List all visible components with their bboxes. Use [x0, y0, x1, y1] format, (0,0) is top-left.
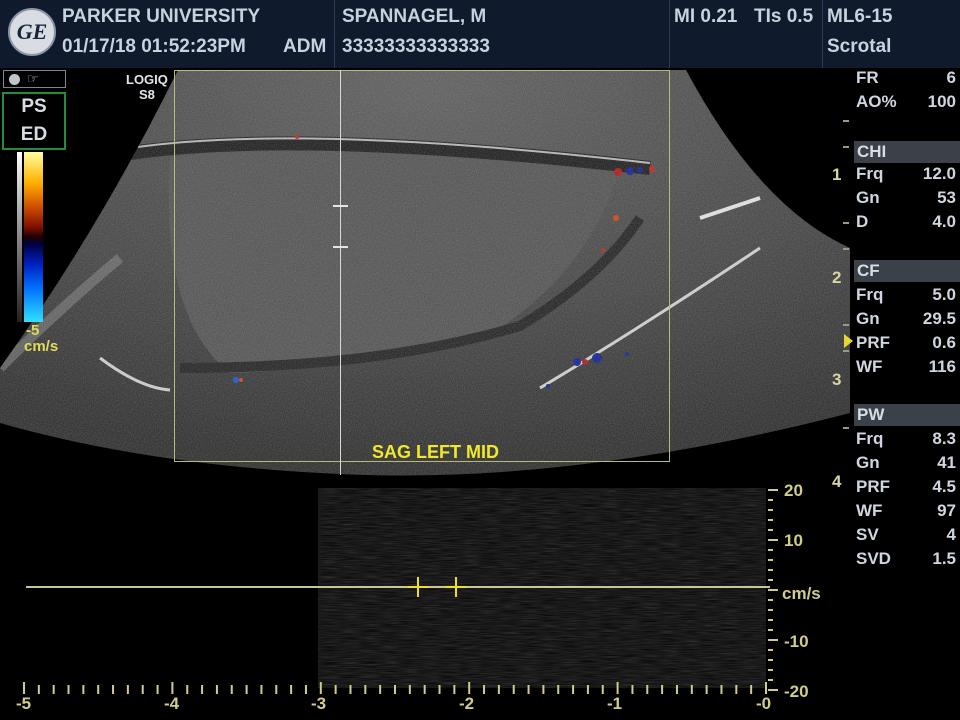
record-icon [9, 74, 20, 85]
cf-frq-value: 5.0 [932, 285, 956, 304]
pw-gn-label: Gn [856, 453, 880, 472]
cf-prf-value: 0.6 [932, 333, 956, 352]
doppler-mode-indicator[interactable]: PS ED [2, 92, 66, 150]
cf-gn-label: Gn [856, 309, 880, 328]
chi-frq-value: 12.0 [922, 164, 956, 183]
exam-preset: Scrotal [827, 36, 892, 57]
spectral-doppler-display[interactable] [0, 488, 790, 720]
pw-wf-value: 97 [937, 501, 956, 520]
color-scale-min: -5 [26, 322, 40, 339]
system-label: LOGIQ S8 [126, 72, 168, 102]
pw-svd-value: 1.5 [932, 549, 956, 568]
velocity-tick-minus10: -10 [784, 632, 809, 651]
patient-id: 33333333333333 [342, 36, 490, 57]
patient-name: SPANNAGEL, M [342, 6, 487, 27]
cf-wf-label: WF [856, 357, 883, 376]
depth-tick [843, 248, 849, 250]
depth-tick [843, 146, 849, 148]
depth-mark-2: 2 [832, 268, 842, 287]
status-icon-bar: ☞ [3, 70, 66, 88]
velocity-tick-20: 20 [784, 481, 803, 500]
mechanical-index: MI 0.21 [674, 6, 738, 27]
chi-section-header[interactable]: CHI [854, 141, 960, 163]
thermal-index: TIs 0.5 [754, 6, 814, 27]
cf-frq-label: Frq [856, 285, 884, 304]
fr-label: FR [856, 68, 879, 87]
chi-d-label: D [856, 212, 869, 231]
focus-marker-icon[interactable] [844, 334, 853, 348]
pw-prf-value: 4.5 [932, 477, 956, 496]
cf-gn-value: 29.5 [922, 309, 956, 328]
mode-ps-label: PS [21, 96, 47, 117]
ao-value: 100 [927, 92, 956, 111]
time-tick-minus0: -0 [756, 694, 772, 713]
pw-sv-label: SV [856, 525, 879, 544]
velocity-tick-10: 10 [784, 531, 803, 550]
doppler-cursor-line[interactable] [340, 70, 341, 475]
velocity-unit: cm/s [782, 584, 821, 603]
depth-mark-1: 1 [832, 165, 842, 184]
time-tick-minus3: -3 [311, 694, 327, 713]
depth-mark-4: 4 [832, 472, 842, 491]
velocity-axis-ticks [768, 489, 778, 691]
pw-frq-value: 8.3 [932, 429, 956, 448]
chi-d-value: 4.0 [932, 212, 956, 231]
pw-frq-label: Frq [856, 429, 884, 448]
header-bar: GE PARKER UNIVERSITY 01/17/18 01:52:23PM… [0, 0, 960, 68]
chi-gn-value: 53 [937, 188, 956, 207]
image-annotation: SAG LEFT MID [372, 442, 499, 462]
hand-pointer-icon: ☞ [27, 71, 39, 86]
velocity-tick-minus20: -20 [784, 682, 809, 701]
operator-id: ADM [283, 36, 327, 57]
depth-tick [843, 350, 849, 352]
time-tick-minus1: -1 [607, 694, 623, 713]
ao-label: AO% [856, 92, 897, 111]
color-velocity-bar [24, 152, 43, 322]
time-tick-minus2: -2 [459, 694, 475, 713]
cf-section-header[interactable]: CF [854, 260, 960, 282]
pw-gn-value: 41 [937, 453, 956, 472]
time-tick-minus4: -4 [164, 694, 180, 713]
fr-value: 6 [946, 68, 956, 87]
color-flow-roi-box[interactable] [174, 70, 670, 462]
cf-wf-value: 116 [928, 357, 956, 376]
depth-tick [843, 120, 849, 122]
exam-datetime: 01/17/18 01:52:23PM [62, 36, 246, 57]
time-tick-minus5: -5 [16, 694, 32, 713]
institution-name: PARKER UNIVERSITY [62, 6, 261, 27]
ge-logo-icon: GE [8, 8, 56, 56]
pw-sv-value: 4 [946, 525, 956, 544]
chi-gn-label: Gn [856, 188, 880, 207]
chi-frq-label: Frq [856, 164, 884, 183]
pw-svd-label: SVD [856, 549, 891, 568]
grayscale-bar [17, 152, 22, 322]
color-scale-unit: cm/s [24, 338, 59, 355]
pw-wf-label: WF [856, 501, 883, 520]
mode-ed-label: ED [20, 124, 48, 145]
sample-gate-bottom[interactable] [333, 246, 348, 248]
depth-tick [843, 427, 849, 429]
probe-name: ML6-15 [827, 6, 893, 27]
sample-gate-top[interactable] [333, 205, 348, 207]
depth-tick [843, 324, 849, 326]
pw-prf-label: PRF [856, 477, 890, 496]
pw-section-header[interactable]: PW [854, 404, 960, 426]
depth-mark-3: 3 [832, 370, 842, 389]
cf-prf-label: PRF [856, 333, 890, 352]
depth-tick [843, 222, 849, 224]
